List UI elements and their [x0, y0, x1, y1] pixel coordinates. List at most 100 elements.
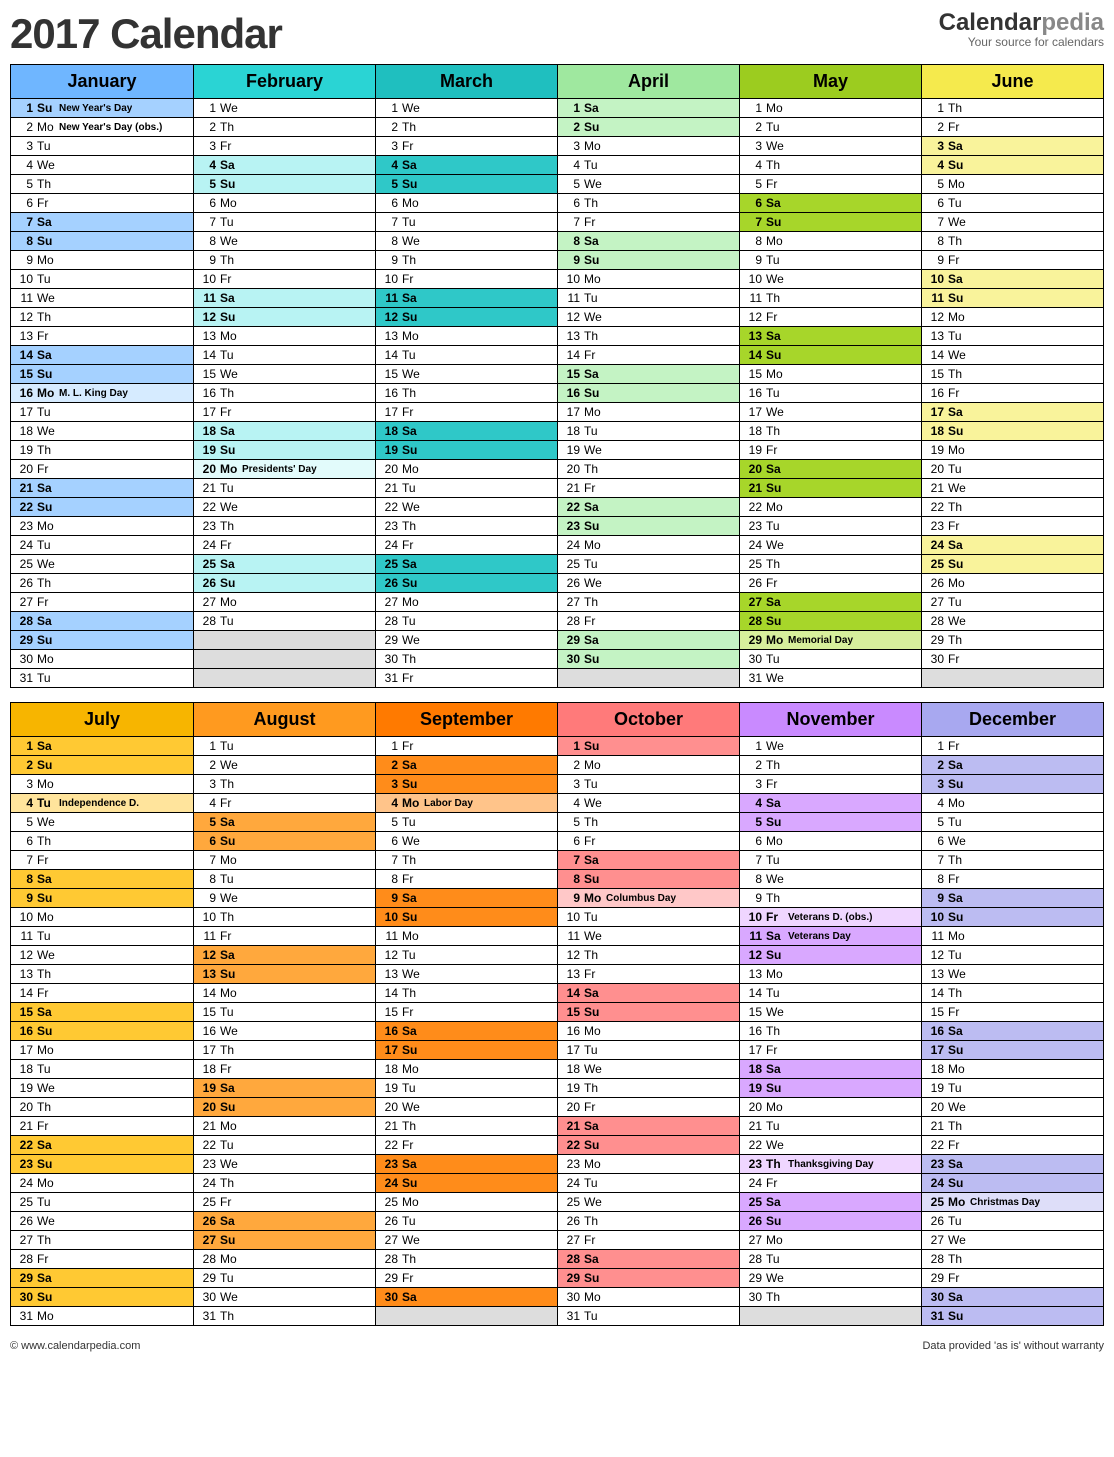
- day-cell: 15Tu: [194, 1003, 375, 1022]
- day-cell: 15Su: [558, 1003, 739, 1022]
- day-weekday: We: [37, 291, 59, 305]
- day-cell: 29Sa: [558, 631, 739, 650]
- day-weekday: We: [37, 1081, 59, 1095]
- day-number: 7: [196, 853, 220, 867]
- day-weekday: Su: [584, 872, 606, 886]
- day-weekday: Fr: [37, 853, 59, 867]
- day-weekday: We: [402, 1233, 424, 1247]
- day-cell: 12Fr: [740, 308, 921, 327]
- day-cell: 5Fr: [740, 175, 921, 194]
- day-cell: 21Su: [740, 479, 921, 498]
- day-cell: 7Tu: [194, 213, 375, 232]
- day-weekday: Su: [220, 967, 242, 981]
- day-cell: 28Mo: [194, 1250, 375, 1269]
- day-number: 21: [560, 481, 584, 495]
- day-weekday: Tu: [584, 777, 606, 791]
- day-weekday: Su: [948, 291, 970, 305]
- day-number: 16: [196, 1024, 220, 1038]
- day-number: 3: [742, 139, 766, 153]
- day-cell: 25Tu: [558, 555, 739, 574]
- day-weekday: Sa: [948, 538, 970, 552]
- day-weekday: Sa: [37, 739, 59, 753]
- day-weekday: We: [402, 1100, 424, 1114]
- day-number: 23: [196, 519, 220, 533]
- day-number: 17: [13, 1043, 37, 1057]
- day-weekday: Mo: [37, 910, 59, 924]
- day-cell: 22Sa: [11, 1136, 193, 1155]
- day-cell: 28Th: [376, 1250, 557, 1269]
- day-number: 31: [13, 671, 37, 685]
- day-number: 23: [924, 519, 948, 533]
- day-cell: 16Fr: [922, 384, 1103, 403]
- month-column: May1Mo2Tu3We4Th5Fr6Sa7Su8Mo9Tu10We11Th12…: [739, 65, 921, 687]
- day-number: 12: [196, 310, 220, 324]
- day-cell: 22Fr: [922, 1136, 1103, 1155]
- day-weekday: Th: [37, 576, 59, 590]
- day-cell: 14Tu: [376, 346, 557, 365]
- day-number: 15: [742, 1005, 766, 1019]
- day-number: 11: [742, 291, 766, 305]
- day-number: 6: [742, 196, 766, 210]
- day-number: 15: [13, 1005, 37, 1019]
- day-number: 28: [13, 1252, 37, 1266]
- day-cell: 21Th: [922, 1117, 1103, 1136]
- day-number: 19: [196, 1081, 220, 1095]
- day-cell: 27Mo: [740, 1231, 921, 1250]
- day-number: 10: [13, 272, 37, 286]
- day-number: 10: [560, 910, 584, 924]
- day-cell: 25Tu: [11, 1193, 193, 1212]
- day-cell: 8Sa: [558, 232, 739, 251]
- day-number: 4: [560, 796, 584, 810]
- day-weekday: Sa: [37, 614, 59, 628]
- day-cell: 3Su: [922, 775, 1103, 794]
- day-cell: 9Fr: [922, 251, 1103, 270]
- day-number: 25: [560, 557, 584, 571]
- day-cell: 31Mo: [11, 1307, 193, 1325]
- day-weekday: We: [220, 367, 242, 381]
- day-weekday: Fr: [584, 967, 606, 981]
- day-number: 12: [13, 948, 37, 962]
- day-number: 5: [742, 815, 766, 829]
- day-number: 28: [924, 1252, 948, 1266]
- day-cell: 22Th: [922, 498, 1103, 517]
- day-number: 24: [13, 1176, 37, 1190]
- day-cell: 24Sa: [922, 536, 1103, 555]
- month-header: August: [194, 703, 375, 737]
- day-cell: 14Fr: [558, 346, 739, 365]
- day-cell: 29Tu: [194, 1269, 375, 1288]
- day-cell: 9Su: [11, 889, 193, 908]
- day-weekday: Sa: [948, 1290, 970, 1304]
- day-cell: 2MoNew Year's Day (obs.): [11, 118, 193, 137]
- day-number: 10: [378, 910, 402, 924]
- day-cell: 8Tu: [194, 870, 375, 889]
- day-cell: 16Su: [558, 384, 739, 403]
- day-cell: 18Tu: [11, 1060, 193, 1079]
- month-column: August1Tu2We3Th4Fr5Sa6Su7Mo8Tu9We10Th11F…: [193, 703, 375, 1325]
- day-number: 28: [560, 614, 584, 628]
- day-weekday: Su: [37, 1024, 59, 1038]
- day-cell: [194, 631, 375, 650]
- day-weekday: Fr: [766, 443, 788, 457]
- day-cell: 12Mo: [922, 308, 1103, 327]
- month-header: April: [558, 65, 739, 99]
- day-weekday: Sa: [402, 158, 424, 172]
- day-number: 2: [742, 120, 766, 134]
- day-weekday: Sa: [948, 758, 970, 772]
- day-weekday: Mo: [584, 538, 606, 552]
- day-cell: 20Fr: [11, 460, 193, 479]
- day-number: 23: [196, 1157, 220, 1171]
- day-number: 26: [742, 1214, 766, 1228]
- day-cell: [194, 650, 375, 669]
- day-cell: 16MoM. L. King Day: [11, 384, 193, 403]
- day-number: 5: [560, 815, 584, 829]
- day-cell: [740, 1307, 921, 1325]
- day-number: 9: [196, 253, 220, 267]
- day-weekday: Fr: [402, 272, 424, 286]
- day-number: 16: [560, 386, 584, 400]
- day-weekday: We: [766, 1271, 788, 1285]
- day-number: 3: [378, 139, 402, 153]
- day-weekday: Th: [37, 1100, 59, 1114]
- day-event: Labor Day: [424, 798, 473, 809]
- day-number: 23: [560, 1157, 584, 1171]
- day-cell: 28Sa: [11, 612, 193, 631]
